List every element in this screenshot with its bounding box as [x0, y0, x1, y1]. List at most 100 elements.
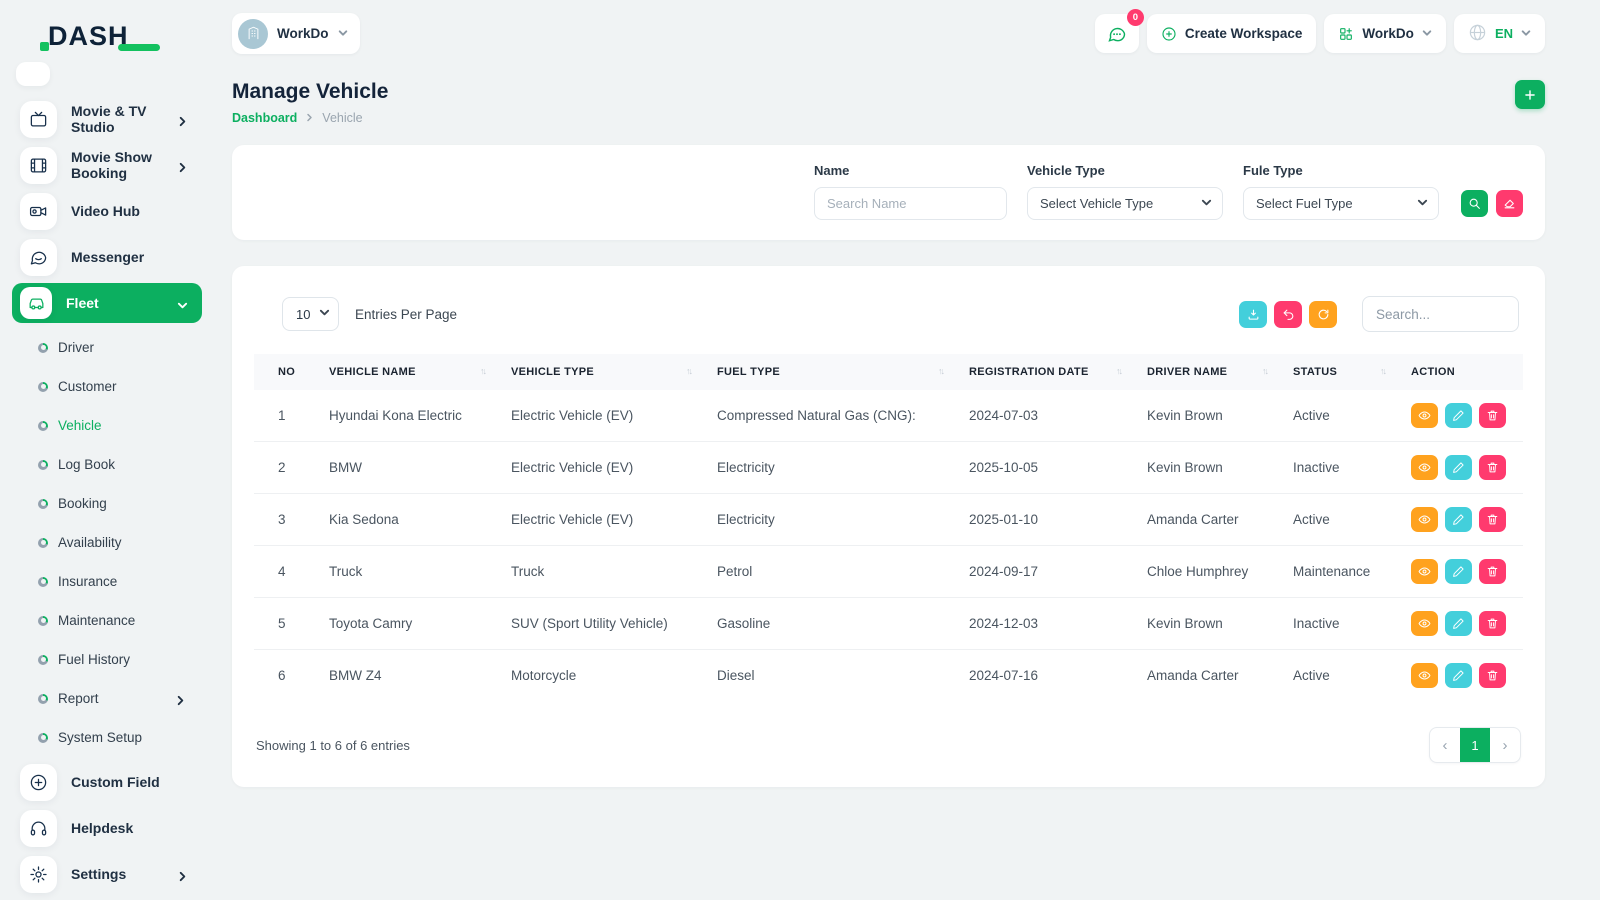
delete-button[interactable]: [1479, 611, 1506, 636]
name-search-input[interactable]: [814, 187, 1007, 220]
cell-vehicle-type: Electric Vehicle (EV): [511, 442, 717, 494]
edit-button[interactable]: [1445, 455, 1472, 480]
delete-button[interactable]: [1479, 455, 1506, 480]
breadcrumb-dashboard-link[interactable]: Dashboard: [232, 111, 297, 125]
sidebar-item-label: Messenger: [71, 249, 188, 265]
cell-vehicle-type: Motorcycle: [511, 650, 717, 702]
view-button[interactable]: [1411, 611, 1438, 636]
apply-filter-button[interactable]: [1461, 190, 1488, 217]
sidebar-item-custom-field[interactable]: Custom Field: [12, 759, 202, 805]
eye-icon: [1418, 513, 1431, 526]
sort-icon: ↑↓: [1116, 366, 1121, 376]
column-header-vehicle-type[interactable]: VEHICLE TYPE↑↓: [511, 354, 717, 390]
messages-button[interactable]: 0: [1095, 14, 1139, 53]
table-head: NOVEHICLE NAME↑↓VEHICLE TYPE↑↓FUEL TYPE↑…: [254, 354, 1523, 390]
sidebar-item-video-hub[interactable]: Video Hub: [12, 188, 202, 234]
topbar: WorkDo 0 Create Workspace WorkDo: [232, 0, 1545, 58]
trash-icon: [1486, 513, 1499, 526]
sidebar-subitem-availability[interactable]: Availability: [12, 523, 202, 562]
sidebar-item-messenger[interactable]: Messenger: [12, 234, 202, 280]
table-search-input[interactable]: [1362, 296, 1519, 332]
eye-icon: [1418, 565, 1431, 578]
edit-button[interactable]: [1445, 663, 1472, 688]
column-header-fuel-type[interactable]: FUEL TYPE↑↓: [717, 354, 969, 390]
column-header-registration-date[interactable]: REGISTRATION DATE↑↓: [969, 354, 1147, 390]
edit-button[interactable]: [1445, 507, 1472, 532]
sidebar-item-helpdesk[interactable]: Helpdesk: [12, 805, 202, 851]
filter-vehicle-type-field: Vehicle Type Select Vehicle Type: [1027, 163, 1223, 220]
trash-icon: [1486, 565, 1499, 578]
delete-button[interactable]: [1479, 507, 1506, 532]
sidebar-subitem-maintenance[interactable]: Maintenance: [12, 601, 202, 640]
sidebar-subitem-fuel-history[interactable]: Fuel History: [12, 640, 202, 679]
fuel-type-filter-label: Fule Type: [1243, 163, 1439, 178]
sidebar-subitem-label: Vehicle: [58, 418, 202, 433]
current-page-button[interactable]: 1: [1460, 728, 1490, 762]
cell-vehicle-type: SUV (Sport Utility Vehicle): [511, 598, 717, 650]
sidebar-subitem-log-book[interactable]: Log Book: [12, 445, 202, 484]
sidebar-subitem-booking[interactable]: Booking: [12, 484, 202, 523]
next-page-button[interactable]: ›: [1490, 728, 1520, 762]
view-button[interactable]: [1411, 559, 1438, 584]
sidebar-item-movie-tv-studio[interactable]: Movie & TV Studio: [12, 96, 202, 142]
cell-status: Active: [1293, 390, 1411, 442]
sidebar-subitem-system-setup[interactable]: System Setup: [12, 718, 202, 757]
pencil-icon: [1452, 617, 1465, 630]
view-button[interactable]: [1411, 455, 1438, 480]
sidebar-subitem-customer[interactable]: Customer: [12, 367, 202, 406]
edit-button[interactable]: [1445, 403, 1472, 428]
chevron-right-icon: [177, 869, 188, 880]
messages-badge: 0: [1127, 9, 1144, 26]
clear-filter-button[interactable]: [1496, 190, 1523, 217]
chevron-down-icon: [1521, 26, 1531, 41]
delete-button[interactable]: [1479, 663, 1506, 688]
sidebar-item-settings[interactable]: Settings: [12, 851, 202, 897]
bullet-icon: [38, 499, 48, 509]
sidebar-subitem-insurance[interactable]: Insurance: [12, 562, 202, 601]
cell-no: 3: [254, 494, 329, 546]
delete-button[interactable]: [1479, 403, 1506, 428]
column-header-vehicle-name[interactable]: VEHICLE NAME↑↓: [329, 354, 511, 390]
fuel-type-select[interactable]: Select Fuel Type: [1243, 187, 1439, 220]
language-selector[interactable]: EN: [1454, 14, 1545, 53]
edit-button[interactable]: [1445, 559, 1472, 584]
entries-per-page-select[interactable]: 10: [282, 297, 339, 331]
column-header-status[interactable]: STATUS↑↓: [1293, 354, 1411, 390]
sidebar-item-fleet[interactable]: Fleet: [12, 283, 202, 323]
sidebar-subitem-label: Booking: [58, 496, 202, 511]
sidebar-item-label: Movie & TV Studio: [71, 103, 163, 135]
table-row: 3Kia SedonaElectric Vehicle (EV)Electric…: [254, 494, 1523, 546]
view-button[interactable]: [1411, 403, 1438, 428]
cell-status: Active: [1293, 650, 1411, 702]
vehicle-type-select[interactable]: Select Vehicle Type: [1027, 187, 1223, 220]
edit-button[interactable]: [1445, 611, 1472, 636]
undo-button[interactable]: [1274, 301, 1302, 328]
sidebar-item-movie-show-booking[interactable]: Movie Show Booking: [12, 142, 202, 188]
search-icon: [1468, 197, 1481, 210]
cell-no: 4: [254, 546, 329, 598]
sidebar-subitem-report[interactable]: Report: [12, 679, 202, 718]
sidebar-subitem-vehicle[interactable]: Vehicle: [12, 406, 202, 445]
brand-logo[interactable]: DASH: [0, 14, 212, 58]
cell-registration-date: 2025-10-05: [969, 442, 1147, 494]
create-workspace-button[interactable]: Create Workspace: [1147, 14, 1317, 53]
gear-icon: [20, 856, 57, 893]
download-icon: [1247, 308, 1260, 321]
cell-registration-date: 2024-07-16: [969, 650, 1147, 702]
delete-button[interactable]: [1479, 559, 1506, 584]
cell-vehicle-name: BMW Z4: [329, 650, 511, 702]
workspace-switcher[interactable]: WorkDo: [1324, 14, 1446, 53]
view-button[interactable]: [1411, 507, 1438, 532]
view-button[interactable]: [1411, 663, 1438, 688]
workspace-pill[interactable]: WorkDo: [232, 13, 360, 54]
add-vehicle-button[interactable]: [1515, 80, 1545, 109]
sidebar-subitem-driver[interactable]: Driver: [12, 328, 202, 367]
building-icon: [246, 26, 261, 41]
refresh-button[interactable]: [1309, 301, 1337, 328]
previous-page-button[interactable]: ‹: [1430, 728, 1460, 762]
column-header-driver-name[interactable]: DRIVER NAME↑↓: [1147, 354, 1293, 390]
cell-status: Maintenance: [1293, 546, 1411, 598]
video-camera-icon: [20, 193, 57, 230]
sidebar-item-label: Fleet: [66, 295, 163, 311]
export-button[interactable]: [1239, 301, 1267, 328]
